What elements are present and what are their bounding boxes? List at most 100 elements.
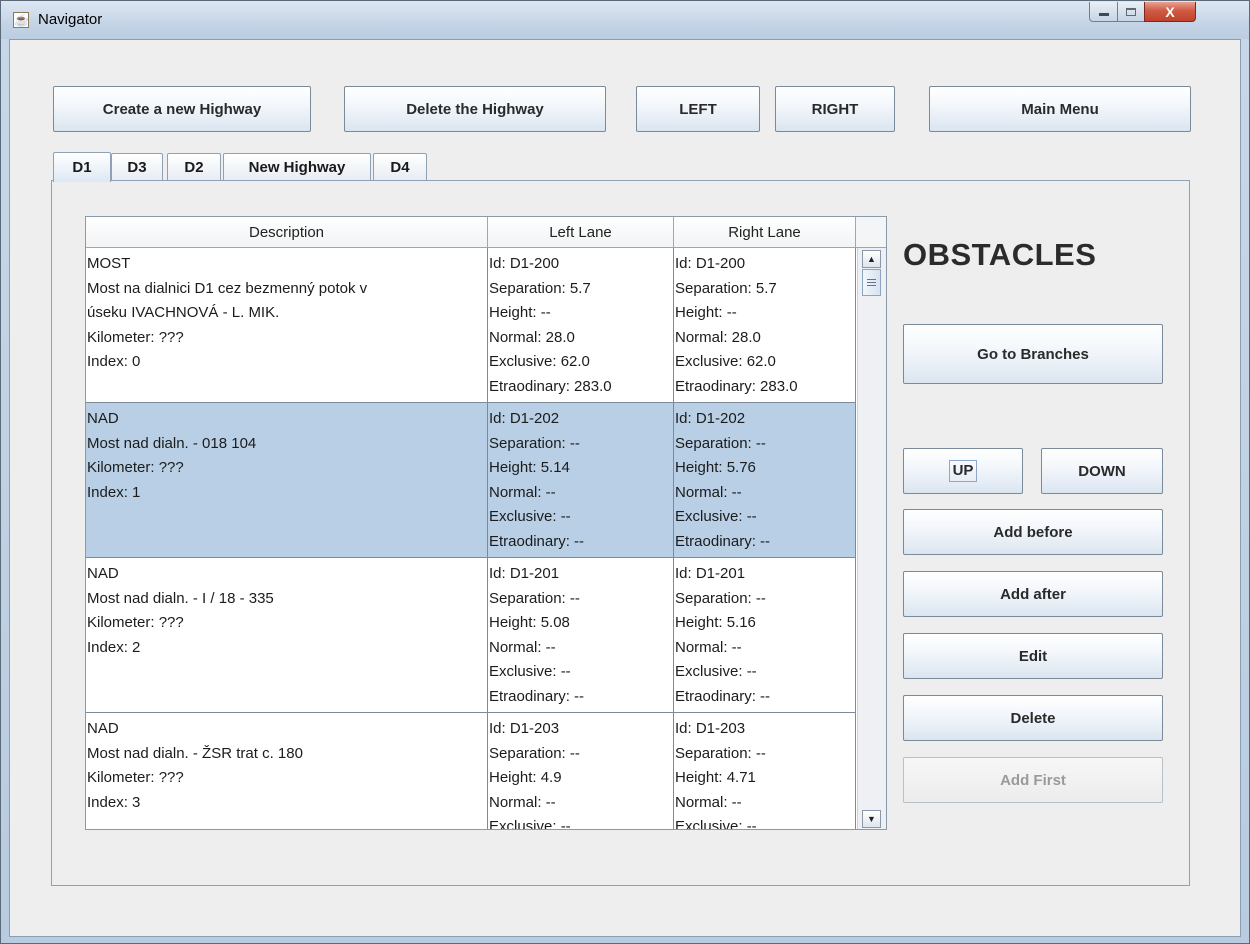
cell-description[interactable]: MOST Most na dialnici D1 cez bezmenný pot…	[86, 248, 488, 403]
tab-d1[interactable]: D1	[53, 152, 111, 182]
cell-line: NAD	[87, 410, 119, 427]
cell-line: MOST	[87, 255, 131, 272]
delete-highway-button[interactable]: Delete the Highway	[344, 86, 606, 132]
delete-button[interactable]: Delete	[903, 695, 1163, 741]
tab-d4[interactable]: D4	[373, 153, 427, 181]
scroll-down-arrow-icon[interactable]: ▼	[862, 810, 881, 828]
cell-line: Most nad dialn. - ŽSR trat c. 180	[87, 744, 303, 762]
cell-line: Height: 5.16	[675, 614, 756, 631]
cell-line: Normal: --	[489, 793, 556, 811]
cell-right-lane[interactable]: Id: D1-201 Separation: -- Height: 5.16 Norm…	[674, 558, 856, 713]
cell-right-lane[interactable]: Id: D1-200 Separation: 5.7 Height: -- Norma…	[674, 248, 856, 403]
table-scrollbar[interactable]: ▲ ▼	[857, 248, 886, 829]
scrollbar-thumb[interactable]	[862, 269, 881, 296]
table-row[interactable]: NAD Most nad dialn. - ŽSR trat c. 180 Kilo…	[86, 713, 856, 830]
table-row[interactable]: NAD Most nad dialn. - 018 104 Kilometer: ?…	[86, 403, 856, 558]
cell-line: Id: D1-200	[489, 255, 560, 272]
scroll-up-arrow-icon[interactable]: ▲	[862, 250, 881, 268]
cell-right-lane[interactable]: Id: D1-203 Separation: -- Height: 4.71 Norm…	[674, 713, 856, 830]
close-button[interactable]: X	[1144, 2, 1196, 22]
minimize-button[interactable]	[1089, 2, 1118, 22]
cell-line: Normal: --	[489, 483, 556, 501]
cell-line: Exclusive: --	[489, 818, 571, 830]
cell-line: Height: 5.76	[675, 459, 756, 476]
add-before-button[interactable]: Add before	[903, 509, 1163, 555]
table-row[interactable]: NAD Most nad dialn. - I / 18 - 335 Kilomet…	[86, 558, 856, 713]
cell-line: Id: D1-202	[489, 410, 560, 427]
column-header-right-lane[interactable]: Right Lane	[674, 217, 856, 248]
left-button[interactable]: LEFT	[636, 86, 760, 132]
column-header-description[interactable]: Description	[86, 217, 488, 248]
edit-button[interactable]: Edit	[903, 633, 1163, 679]
cell-line: Exclusive: 62.0	[675, 353, 776, 370]
cell-line: Etraodinary: --	[489, 687, 585, 705]
cell-right-lane[interactable]: Id: D1-202 Separation: -- Height: 5.76 Norm…	[674, 403, 856, 558]
cell-line: Exclusive: --	[489, 508, 571, 525]
cell-line: Height: 4.71	[675, 769, 756, 786]
cell-line: Id: D1-203	[489, 720, 560, 737]
navigator-window: ☕ Navigator X Create a new Highway Delet…	[0, 0, 1250, 944]
up-button[interactable]: UP	[903, 448, 1023, 494]
cell-line: Id: D1-200	[675, 255, 746, 272]
obstacles-heading: OBSTACLES	[903, 237, 1097, 272]
cell-line: Etraodinary: --	[675, 532, 771, 550]
cell-line: Exclusive: --	[675, 663, 757, 680]
tab-d2[interactable]: D2	[167, 153, 221, 181]
cell-line: NAD	[87, 565, 119, 582]
cell-line: Separation: --	[675, 744, 766, 762]
cell-line: Kilometer: ???	[87, 769, 184, 786]
cell-description[interactable]: NAD Most nad dialn. - I / 18 - 335 Kilomet…	[86, 558, 488, 713]
cell-line: Id: D1-201	[489, 565, 560, 582]
cell-line: úseku IVACHNOVÁ - L. MIK.	[87, 304, 280, 321]
cell-line: Etraodinary: --	[675, 687, 771, 705]
cell-line: Height: 5.14	[489, 459, 570, 476]
cell-line: Index: 3	[87, 793, 141, 811]
right-button[interactable]: RIGHT	[775, 86, 895, 132]
cell-line: Index: 2	[87, 638, 141, 656]
column-header-left-lane[interactable]: Left Lane	[488, 217, 674, 248]
cell-line: Separation: 5.7	[675, 279, 777, 297]
cell-left-lane[interactable]: Id: D1-200 Separation: 5.7 Height: -- Norma…	[488, 248, 674, 403]
cell-description[interactable]: NAD Most nad dialn. - ŽSR trat c. 180 Kilo…	[86, 713, 488, 829]
cell-line: NAD	[87, 720, 119, 737]
cell-line: Most na dialnici D1 cez bezmenný potok v	[87, 279, 368, 297]
main-menu-button[interactable]: Main Menu	[929, 86, 1191, 132]
cell-left-lane[interactable]: Id: D1-201 Separation: -- Height: 5.08 Norm…	[488, 558, 674, 713]
obstacles-table: Description Left Lane Right Lane MOST Mos…	[85, 216, 887, 830]
tab-d3[interactable]: D3	[111, 153, 163, 181]
tab-new-highway[interactable]: New Highway	[223, 153, 371, 181]
cell-line: Separation: --	[489, 744, 580, 762]
table-header: Description Left Lane Right Lane	[86, 217, 886, 248]
cell-left-lane[interactable]: Id: D1-203 Separation: -- Height: 4.9 Norma…	[488, 713, 674, 830]
cell-line: Normal: --	[675, 793, 742, 811]
cell-line: Normal: --	[489, 638, 556, 656]
go-to-branches-button[interactable]: Go to Branches	[903, 324, 1163, 384]
cell-line: Height: --	[675, 304, 737, 321]
cell-line: Height: --	[489, 304, 551, 321]
cell-line: Etraodinary: --	[489, 532, 585, 550]
cell-description[interactable]: NAD Most nad dialn. - 018 104 Kilometer: ?…	[86, 403, 488, 558]
cell-line: Separation: 5.7	[489, 279, 591, 297]
cell-line: Exclusive: --	[675, 818, 757, 830]
cell-line: Index: 1	[87, 483, 141, 501]
maximize-button[interactable]	[1117, 2, 1145, 22]
add-first-button[interactable]: Add First	[903, 757, 1163, 803]
cell-line: Kilometer: ???	[87, 328, 184, 346]
title-bar[interactable]: ☕ Navigator X	[1, 1, 1249, 39]
cell-line: Normal: 28.0	[675, 328, 761, 346]
cell-line: Exclusive: 62.0	[489, 353, 590, 370]
table-body: MOST Most na dialnici D1 cez bezmenný pot…	[86, 248, 856, 830]
down-button[interactable]: DOWN	[1041, 448, 1163, 494]
cell-line: Separation: --	[489, 434, 580, 452]
cell-line: Kilometer: ???	[87, 614, 184, 631]
cell-line: Id: D1-201	[675, 565, 746, 582]
table-row[interactable]: MOST Most na dialnici D1 cez bezmenný pot…	[86, 248, 856, 403]
cell-line: Id: D1-202	[675, 410, 746, 427]
cell-line: Id: D1-203	[675, 720, 746, 737]
add-after-button[interactable]: Add after	[903, 571, 1163, 617]
create-highway-button[interactable]: Create a new Highway	[53, 86, 311, 132]
minimize-icon	[1098, 13, 1109, 16]
cell-line: Exclusive: --	[675, 508, 757, 525]
cell-left-lane[interactable]: Id: D1-202 Separation: -- Height: 5.14 Norm…	[488, 403, 674, 558]
cell-line: Most nad dialn. - 018 104	[87, 434, 257, 452]
